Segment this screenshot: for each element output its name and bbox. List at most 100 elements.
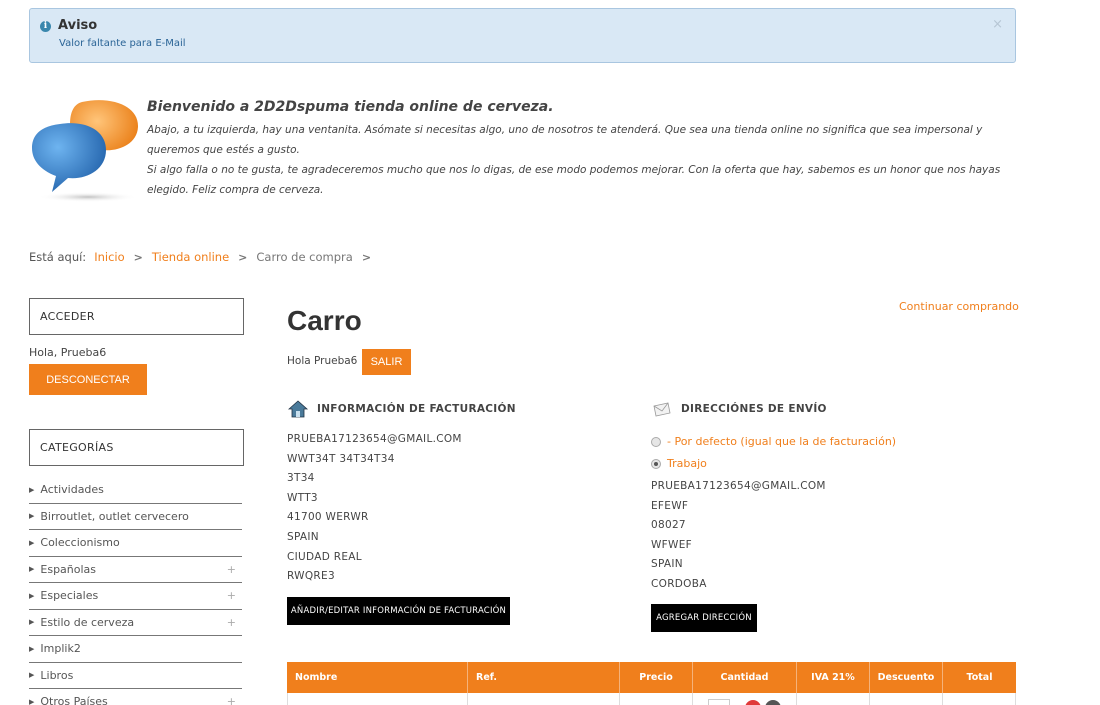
category-label: Actividades (40, 483, 104, 497)
breadcrumb-link-inicio[interactable]: Inicio (94, 250, 124, 264)
category-label: Especiales (40, 589, 99, 603)
shipping-option-work[interactable]: Trabajo (651, 457, 707, 470)
caret-right-icon: ▶ (29, 565, 35, 574)
welcome-title: Bienvenido a 2D2Dspuma tienda online de … (147, 99, 554, 115)
category-label: Españolas (40, 562, 97, 576)
category-item[interactable]: ▶ Libros (29, 663, 242, 689)
disconnect-button[interactable]: DESCONECTAR (29, 364, 147, 395)
main-greeting: Hola Prueba6 (287, 355, 358, 367)
address-line: WWT34T 34T34T34 (287, 452, 395, 465)
caret-right-icon: ▶ (29, 671, 35, 680)
shipping-option-work-label: Trabajo (667, 457, 707, 470)
welcome-text: Abajo, a tu izquierda, hay una ventanita… (147, 120, 1027, 200)
address-line: 3T34 (287, 472, 315, 485)
expand-icon[interactable]: + (227, 695, 236, 705)
sidebar-greeting: Hola, Prueba6 (29, 346, 107, 359)
shipping-heading-text: DIRECCIÓNES DE ENVÍO (681, 403, 827, 415)
expand-icon[interactable]: + (227, 589, 236, 602)
cart-table: Nombre Ref. Precio Cantidad IVA 21% Descuento… (287, 662, 1016, 705)
category-item[interactable]: ▶ Españolas + (29, 557, 242, 583)
column-header[interactable]: Precio (620, 662, 693, 693)
categories-title: CATEGORÍAS (29, 429, 244, 466)
address-line: PRUEBA17123654@GMAIL.COM (287, 433, 462, 445)
caret-right-icon: ▶ (29, 485, 35, 494)
close-icon[interactable]: × (992, 17, 1003, 32)
address-line: CORDOBA (651, 577, 707, 590)
quantity-input[interactable] (708, 699, 730, 705)
chevron-right-icon: > (238, 250, 248, 264)
breadcrumb: Está aquí: Inicio > Tienda online > Carr… (29, 250, 380, 264)
column-header[interactable]: Total (943, 662, 1016, 693)
column-header[interactable]: Ref. (468, 662, 620, 693)
breadcrumb-link-tienda[interactable]: Tienda online (152, 250, 229, 264)
welcome-paragraph-2: Si algo falla o no te gusta, te agradece… (147, 164, 1001, 196)
radio-work[interactable] (651, 458, 661, 469)
alert-title: Aviso (58, 18, 98, 33)
logout-button[interactable]: SALIR (362, 349, 411, 375)
billing-address: PRUEBA17123654@GMAIL.COM WWT34T 34T34T34 3… (287, 430, 462, 587)
address-line: EFEWF (651, 499, 689, 512)
shipping-address: PRUEBA17123654@GMAIL.COM EFEWF 08027 WFWEF S… (651, 477, 826, 595)
billing-heading: INFORMACIÓN DE FACTURACIÓN (287, 399, 516, 419)
table-header: Nombre Ref. Precio Cantidad IVA 21% Descuento… (287, 662, 1016, 693)
caret-right-icon: ▶ (29, 697, 35, 705)
continue-shopping-link[interactable]: Continuar comprando (899, 300, 1019, 313)
column-header[interactable]: Nombre (287, 662, 468, 693)
address-line: 08027 (651, 519, 686, 532)
breadcrumb-label: Está aquí: (29, 250, 87, 264)
welcome-paragraph-1: Abajo, a tu izquierda, hay una ventanita… (147, 124, 983, 156)
category-item[interactable]: ▶ Birroutlet, outlet cervecero (29, 504, 242, 530)
column-header[interactable]: Descuento (870, 662, 943, 693)
alert-box: i Aviso Valor faltante para E-Mail × (29, 8, 1016, 63)
chat-bubbles-icon (32, 100, 138, 202)
caret-right-icon: ▶ (29, 591, 35, 600)
update-icon[interactable] (765, 700, 781, 705)
radio-default[interactable] (651, 436, 661, 447)
shipping-option-default[interactable]: - Por defecto (igual que la de facturaci… (651, 435, 896, 448)
address-line: CIUDAD REAL (287, 550, 362, 563)
category-label: Otros Países (40, 695, 108, 705)
category-item[interactable]: ▶ Implik2 (29, 636, 242, 663)
table-row (287, 693, 1016, 705)
caret-right-icon: ▶ (29, 618, 35, 627)
expand-icon[interactable]: + (227, 563, 236, 576)
chevron-right-icon: > (133, 250, 143, 264)
category-label: Libros (40, 668, 74, 682)
shipping-option-default-label: - Por defecto (igual que la de facturaci… (667, 435, 897, 448)
category-label: Birroutlet, outlet cervecero (40, 509, 189, 523)
chevron-right-icon: > (361, 250, 372, 264)
category-item[interactable]: ▶ Coleccionismo (29, 530, 242, 557)
category-label: Estilo de cerveza (40, 615, 135, 629)
house-icon (287, 400, 309, 418)
caret-right-icon: ▶ (29, 538, 35, 547)
shipping-heading: DIRECCIÓNES DE ENVÍO (651, 399, 827, 419)
category-list: ▶ Actividades ▶ Birroutlet, outlet cervecer… (29, 477, 242, 705)
address-line: RWQRE3 (287, 570, 335, 583)
category-label: Implik2 (40, 642, 81, 656)
page-title: Carro (287, 305, 362, 336)
category-item[interactable]: ▶ Actividades (29, 477, 242, 504)
address-line: SPAIN (651, 558, 683, 571)
address-line: SPAIN (287, 530, 319, 543)
category-item[interactable]: ▶ Estilo de cerveza + (29, 610, 242, 636)
remove-icon[interactable] (745, 700, 761, 705)
alert-message: Valor faltante para E-Mail (59, 38, 186, 49)
address-line: WFWEF (651, 538, 692, 551)
edit-billing-button[interactable]: AÑADIR/EDITAR INFORMACIÓN DE FACTURACIÓN (287, 597, 510, 625)
expand-icon[interactable]: + (227, 616, 236, 629)
address-line: 41700 WERWR (287, 511, 369, 524)
address-line: PRUEBA17123654@GMAIL.COM (651, 480, 826, 492)
login-box-title: ACCEDER (29, 298, 244, 335)
column-header[interactable]: Cantidad (693, 662, 797, 693)
billing-heading-text: INFORMACIÓN DE FACTURACIÓN (317, 403, 516, 415)
info-icon: i (40, 21, 51, 32)
category-label: Coleccionismo (40, 536, 120, 550)
address-line: WTT3 (287, 491, 318, 504)
category-item[interactable]: ▶ Especiales + (29, 583, 242, 610)
column-header[interactable]: IVA 21% (797, 662, 870, 693)
caret-right-icon: ▶ (29, 512, 35, 521)
breadcrumb-current: Carro de compra (256, 250, 353, 264)
add-address-button[interactable]: AGREGAR DIRECCIÓN (651, 604, 757, 632)
envelope-icon (653, 402, 671, 417)
category-item[interactable]: ▶ Otros Países + (29, 689, 242, 705)
